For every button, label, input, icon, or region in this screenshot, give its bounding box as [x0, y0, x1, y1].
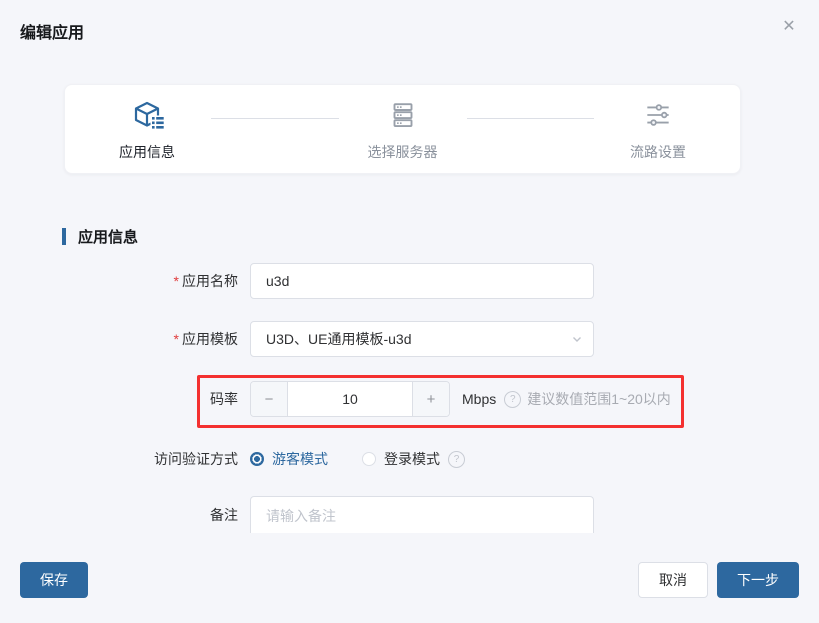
section-accent-bar — [62, 228, 66, 245]
auth-mode-label: 访问验证方式 — [0, 449, 250, 469]
step-connector — [211, 118, 339, 119]
app-name-label: *应用名称 — [0, 271, 250, 291]
form-row-auth-mode: 访问验证方式 游客模式 登录模式 ? — [0, 448, 465, 470]
step-label: 应用信息 — [119, 142, 175, 162]
step-label: 选择服务器 — [368, 142, 438, 162]
radio-login-mode[interactable]: 登录模式 — [362, 449, 440, 469]
step-select-server[interactable]: 选择服务器 — [357, 96, 449, 162]
app-template-label: *应用模板 — [0, 329, 250, 349]
next-step-button[interactable]: 下一步 — [717, 562, 799, 598]
form-row-app-template: *应用模板 U3D、UE通用模板-u3d — [0, 321, 594, 357]
form-row-remark: 备注 请输入备注 — [0, 496, 594, 533]
increase-button[interactable]: + — [412, 382, 449, 416]
close-icon[interactable]: ✕ — [777, 15, 801, 39]
edit-app-dialog: 编辑应用 ✕ 应用信息 — [0, 0, 819, 623]
remark-label: 备注 — [0, 496, 250, 525]
remark-textarea[interactable]: 请输入备注 — [250, 496, 594, 533]
step-label: 流路设置 — [630, 142, 686, 162]
footer-actions: 取消 下一步 — [638, 562, 799, 598]
required-mark: * — [174, 331, 179, 347]
radio-label: 登录模式 — [384, 449, 440, 469]
server-icon — [386, 96, 420, 134]
help-icon[interactable]: ? — [504, 391, 521, 408]
radio-guest-mode[interactable]: 游客模式 — [250, 449, 328, 469]
help-icon[interactable]: ? — [448, 451, 465, 468]
chevron-down-icon — [571, 333, 583, 345]
bitrate-hint: 建议数值范围1~20以内 — [527, 389, 671, 409]
radio-unchecked-icon — [362, 452, 376, 466]
required-mark: * — [174, 273, 179, 289]
cube-list-icon — [129, 96, 165, 134]
bitrate-label: 码率 — [0, 389, 250, 409]
radio-label: 游客模式 — [272, 449, 328, 469]
save-button[interactable]: 保存 — [20, 562, 88, 598]
section-header: 应用信息 — [62, 226, 138, 247]
step-connector — [467, 118, 595, 119]
app-name-input[interactable] — [250, 263, 594, 299]
cancel-button[interactable]: 取消 — [638, 562, 708, 598]
remark-placeholder: 请输入备注 — [266, 508, 336, 524]
bitrate-input[interactable] — [288, 382, 412, 416]
radio-checked-icon — [250, 452, 264, 466]
app-template-select[interactable]: U3D、UE通用模板-u3d — [250, 321, 594, 357]
decrease-button[interactable]: − — [251, 382, 288, 416]
stepper: 应用信息 选择服务器 — [64, 84, 741, 174]
app-template-value: U3D、UE通用模板-u3d — [266, 329, 411, 349]
dialog-title: 编辑应用 — [20, 19, 84, 43]
form-row-app-name: *应用名称 — [0, 263, 594, 299]
bitrate-unit: Mbps — [462, 391, 496, 407]
sliders-icon — [642, 96, 674, 134]
bitrate-stepper: − + — [250, 381, 450, 417]
form-row-bitrate: 码率 − + Mbps ? 建议数值范围1~20以内 — [0, 381, 671, 417]
step-app-info[interactable]: 应用信息 — [101, 96, 193, 162]
step-stream-settings[interactable]: 流路设置 — [612, 96, 704, 162]
section-title: 应用信息 — [78, 226, 138, 247]
